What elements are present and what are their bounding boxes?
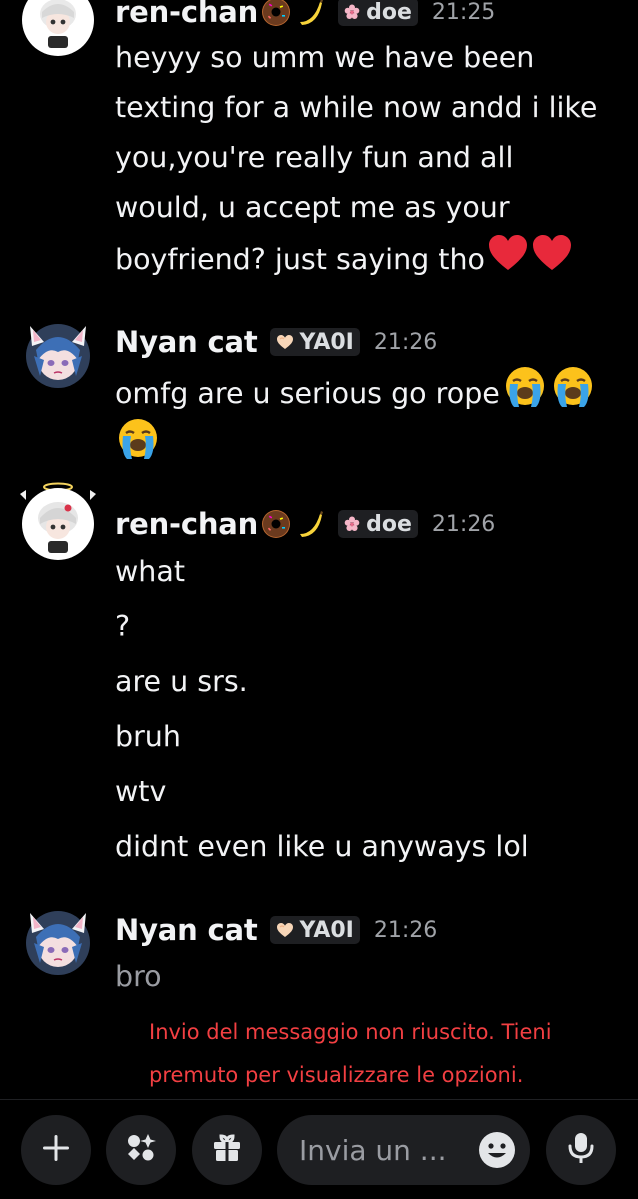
- message-text: didnt even like u anyways lol: [115, 830, 529, 863]
- author-name[interactable]: Nyan cat: [115, 325, 258, 359]
- doughnut-icon: [260, 0, 292, 28]
- avatar-ren-chan[interactable]: [22, 0, 94, 56]
- cherry-blossom-icon: [344, 4, 360, 20]
- banana-icon: [294, 508, 326, 540]
- send-error-line-1: Invio del messaggio non riuscito. Tieni: [149, 1020, 552, 1044]
- cherry-blossom-icon: [344, 516, 360, 532]
- failed-message-text[interactable]: bro: [115, 952, 618, 1002]
- message-header: Nyan cat YA0I 21:26: [115, 322, 628, 362]
- role-tag-label: YA0I: [299, 329, 354, 355]
- timestamp: 21:25: [431, 0, 496, 25]
- microphone-icon: [566, 1131, 596, 1169]
- message-text-content: omfg are u serious go rope: [115, 377, 500, 410]
- heart-icon: [276, 922, 294, 938]
- message-text: you,you're really fun and all: [115, 141, 514, 174]
- role-tag[interactable]: doe: [338, 510, 418, 538]
- message-header: ren-chan: [115, 0, 628, 32]
- emoji-picker-icon[interactable]: [478, 1131, 516, 1173]
- author-name[interactable]: ren-chan: [115, 0, 258, 29]
- loudly-crying-face-icon: [502, 365, 548, 425]
- plus-icon: [40, 1132, 72, 1168]
- message-text: texting for a while now andd i like: [115, 91, 598, 124]
- gift-button[interactable]: [192, 1115, 262, 1185]
- loudly-crying-face-icon: [550, 365, 596, 425]
- message-text: boyfriend? just saying tho: [115, 233, 618, 289]
- role-tag[interactable]: YA0I: [269, 916, 360, 944]
- message-text: wtv: [115, 775, 167, 808]
- message-text: [115, 417, 618, 477]
- timestamp: 21:26: [373, 917, 438, 943]
- red-heart-icon: [487, 233, 529, 289]
- heart-icon: [276, 334, 294, 350]
- message-header: Nyan cat YA0I 21:26: [115, 910, 628, 950]
- role-tag-label: doe: [366, 511, 412, 537]
- chat-messages: ren-chan doe 21:25 heyyy so umm we have …: [0, 0, 638, 1098]
- avatar-nyan-cat[interactable]: [22, 903, 94, 975]
- message-text: are u srs.: [115, 665, 248, 698]
- message-text: bruh: [115, 720, 181, 753]
- message-text: would, u accept me as your: [115, 191, 510, 224]
- send-error-line-2: premuto per visualizzare le opzioni.: [149, 1063, 524, 1087]
- message-text: ?: [115, 610, 131, 643]
- gift-icon: [211, 1132, 243, 1168]
- timestamp: 21:26: [431, 511, 496, 537]
- message-input[interactable]: Invia un ...: [277, 1115, 530, 1185]
- voice-message-button[interactable]: [546, 1115, 616, 1185]
- timestamp: 21:26: [373, 329, 438, 355]
- avatar-nyan-cat[interactable]: [22, 316, 94, 388]
- apps-icon: [124, 1131, 158, 1169]
- message-text: what: [115, 555, 186, 588]
- apps-button[interactable]: [106, 1115, 176, 1185]
- message-composer: Invia un ...: [0, 1100, 638, 1199]
- doughnut-icon: [260, 508, 292, 540]
- message-input-placeholder: Invia un ...: [299, 1133, 447, 1167]
- author-name[interactable]: ren-chan: [115, 507, 258, 541]
- role-tag-label: YA0I: [299, 917, 354, 943]
- message-text-content: boyfriend? just saying tho: [115, 243, 485, 276]
- banana-icon: [294, 0, 326, 28]
- red-heart-icon: [531, 233, 573, 289]
- author-name[interactable]: Nyan cat: [115, 913, 258, 947]
- add-attachment-button[interactable]: [21, 1115, 91, 1185]
- role-tag[interactable]: YA0I: [269, 328, 360, 356]
- avatar-ren-chan[interactable]: [20, 482, 96, 560]
- message-text: omfg are u serious go rope: [115, 365, 618, 425]
- message-text: heyyy so umm we have been: [115, 41, 535, 74]
- role-tag[interactable]: doe: [338, 0, 418, 26]
- role-tag-label: doe: [366, 0, 412, 25]
- loudly-crying-face-icon: [115, 417, 161, 477]
- message-header: ren-chan: [115, 504, 628, 544]
